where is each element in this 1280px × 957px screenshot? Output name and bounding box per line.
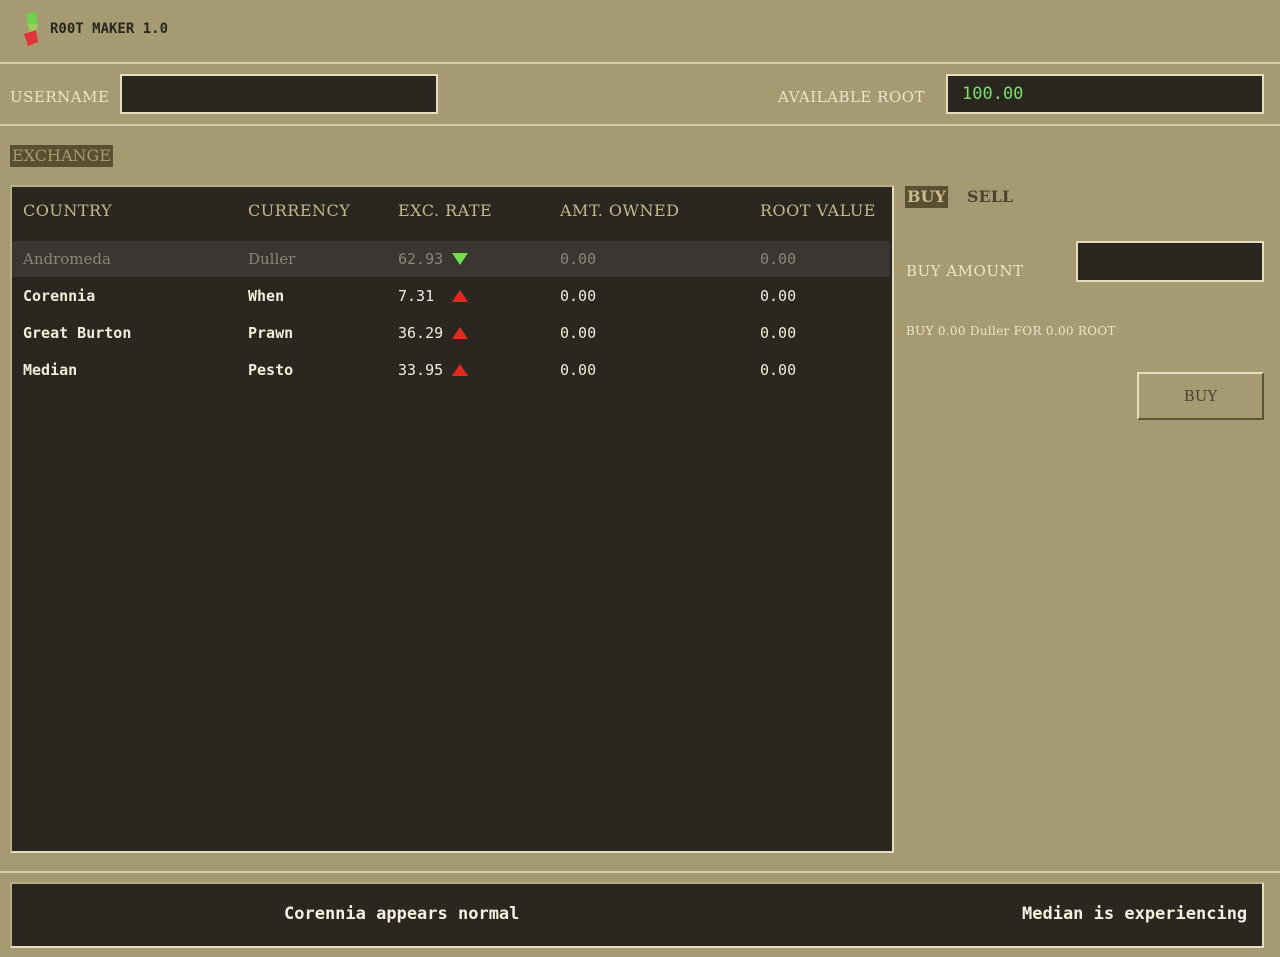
- cell-rate: 33.95: [398, 361, 444, 379]
- available-root-field: [946, 74, 1264, 114]
- buy-button[interactable]: BUY: [1137, 372, 1264, 420]
- cell-root-value: 0.00: [760, 250, 797, 268]
- table-row[interactable]: Corennia When 7.31 0.00 0.00: [12, 278, 890, 314]
- trend-up-icon: [452, 290, 468, 302]
- cell-owned: 0.00: [560, 361, 597, 379]
- cell-country: Great Burton: [23, 324, 132, 342]
- cell-owned: 0.00: [560, 287, 597, 305]
- cell-root-value: 0.00: [760, 361, 797, 379]
- cell-country: Andromeda: [23, 250, 111, 268]
- title-bar: R00T MAKER 1.0: [0, 0, 1280, 64]
- cell-country: Median: [23, 361, 78, 379]
- column-header-currency[interactable]: CURRENCY: [248, 201, 350, 220]
- username-input[interactable]: [120, 74, 438, 114]
- exchange-section-label: EXCHANGE: [10, 145, 113, 167]
- username-label: USERNAME: [10, 88, 110, 106]
- cell-currency: Duller: [248, 250, 296, 268]
- cell-currency: Prawn: [248, 324, 294, 342]
- ticker-item: Median is experiencing: [1022, 904, 1248, 924]
- cell-owned: 0.00: [560, 250, 597, 268]
- column-header-exc-rate[interactable]: EXC. RATE: [398, 201, 492, 220]
- table-header: COUNTRY CURRENCY EXC. RATE AMT. OWNED RO…: [12, 187, 892, 239]
- table-row[interactable]: Median Pesto 33.95 0.00 0.00: [12, 352, 890, 388]
- user-bar: USERNAME AVAILABLE ROOT: [0, 64, 1280, 126]
- tab-buy[interactable]: BUY: [905, 186, 948, 208]
- cell-currency: Pesto: [248, 361, 294, 379]
- cell-rate: 36.29: [398, 324, 444, 342]
- trend-up-icon: [452, 327, 468, 339]
- trade-summary: BUY 0.00 Duller FOR 0.00 ROOT: [906, 324, 1116, 338]
- column-header-country[interactable]: COUNTRY: [23, 201, 112, 220]
- cell-owned: 0.00: [560, 324, 597, 342]
- column-header-amt-owned[interactable]: AMT. OWNED: [560, 201, 680, 220]
- cell-root-value: 0.00: [760, 324, 797, 342]
- exchange-table: COUNTRY CURRENCY EXC. RATE AMT. OWNED RO…: [10, 185, 894, 853]
- app-logo-icon: [24, 12, 38, 46]
- tab-sell[interactable]: SELL: [965, 186, 1015, 208]
- cell-country: Corennia: [23, 287, 96, 305]
- cell-root-value: 0.00: [760, 287, 797, 305]
- trend-down-icon: [452, 253, 468, 265]
- footer-divider: [0, 871, 1280, 873]
- available-root-label: AVAILABLE ROOT: [778, 88, 926, 106]
- table-row[interactable]: Andromeda Duller 62.93 0.00 0.00: [12, 241, 890, 277]
- trend-up-icon: [452, 364, 468, 376]
- cell-currency: When: [248, 287, 285, 305]
- cell-rate: 7.31: [398, 287, 435, 305]
- app-title: R00T MAKER 1.0: [50, 21, 169, 37]
- column-header-root-value[interactable]: ROOT VALUE: [760, 201, 876, 220]
- table-row[interactable]: Great Burton Prawn 36.29 0.00 0.00: [12, 315, 890, 351]
- ticker-item: Corennia appears normal: [284, 904, 520, 924]
- cell-rate: 62.93: [398, 250, 444, 268]
- buy-amount-label: BUY AMOUNT: [906, 262, 1024, 280]
- news-ticker: Corennia appears normal Median is experi…: [10, 882, 1264, 948]
- buy-amount-input[interactable]: [1076, 241, 1264, 282]
